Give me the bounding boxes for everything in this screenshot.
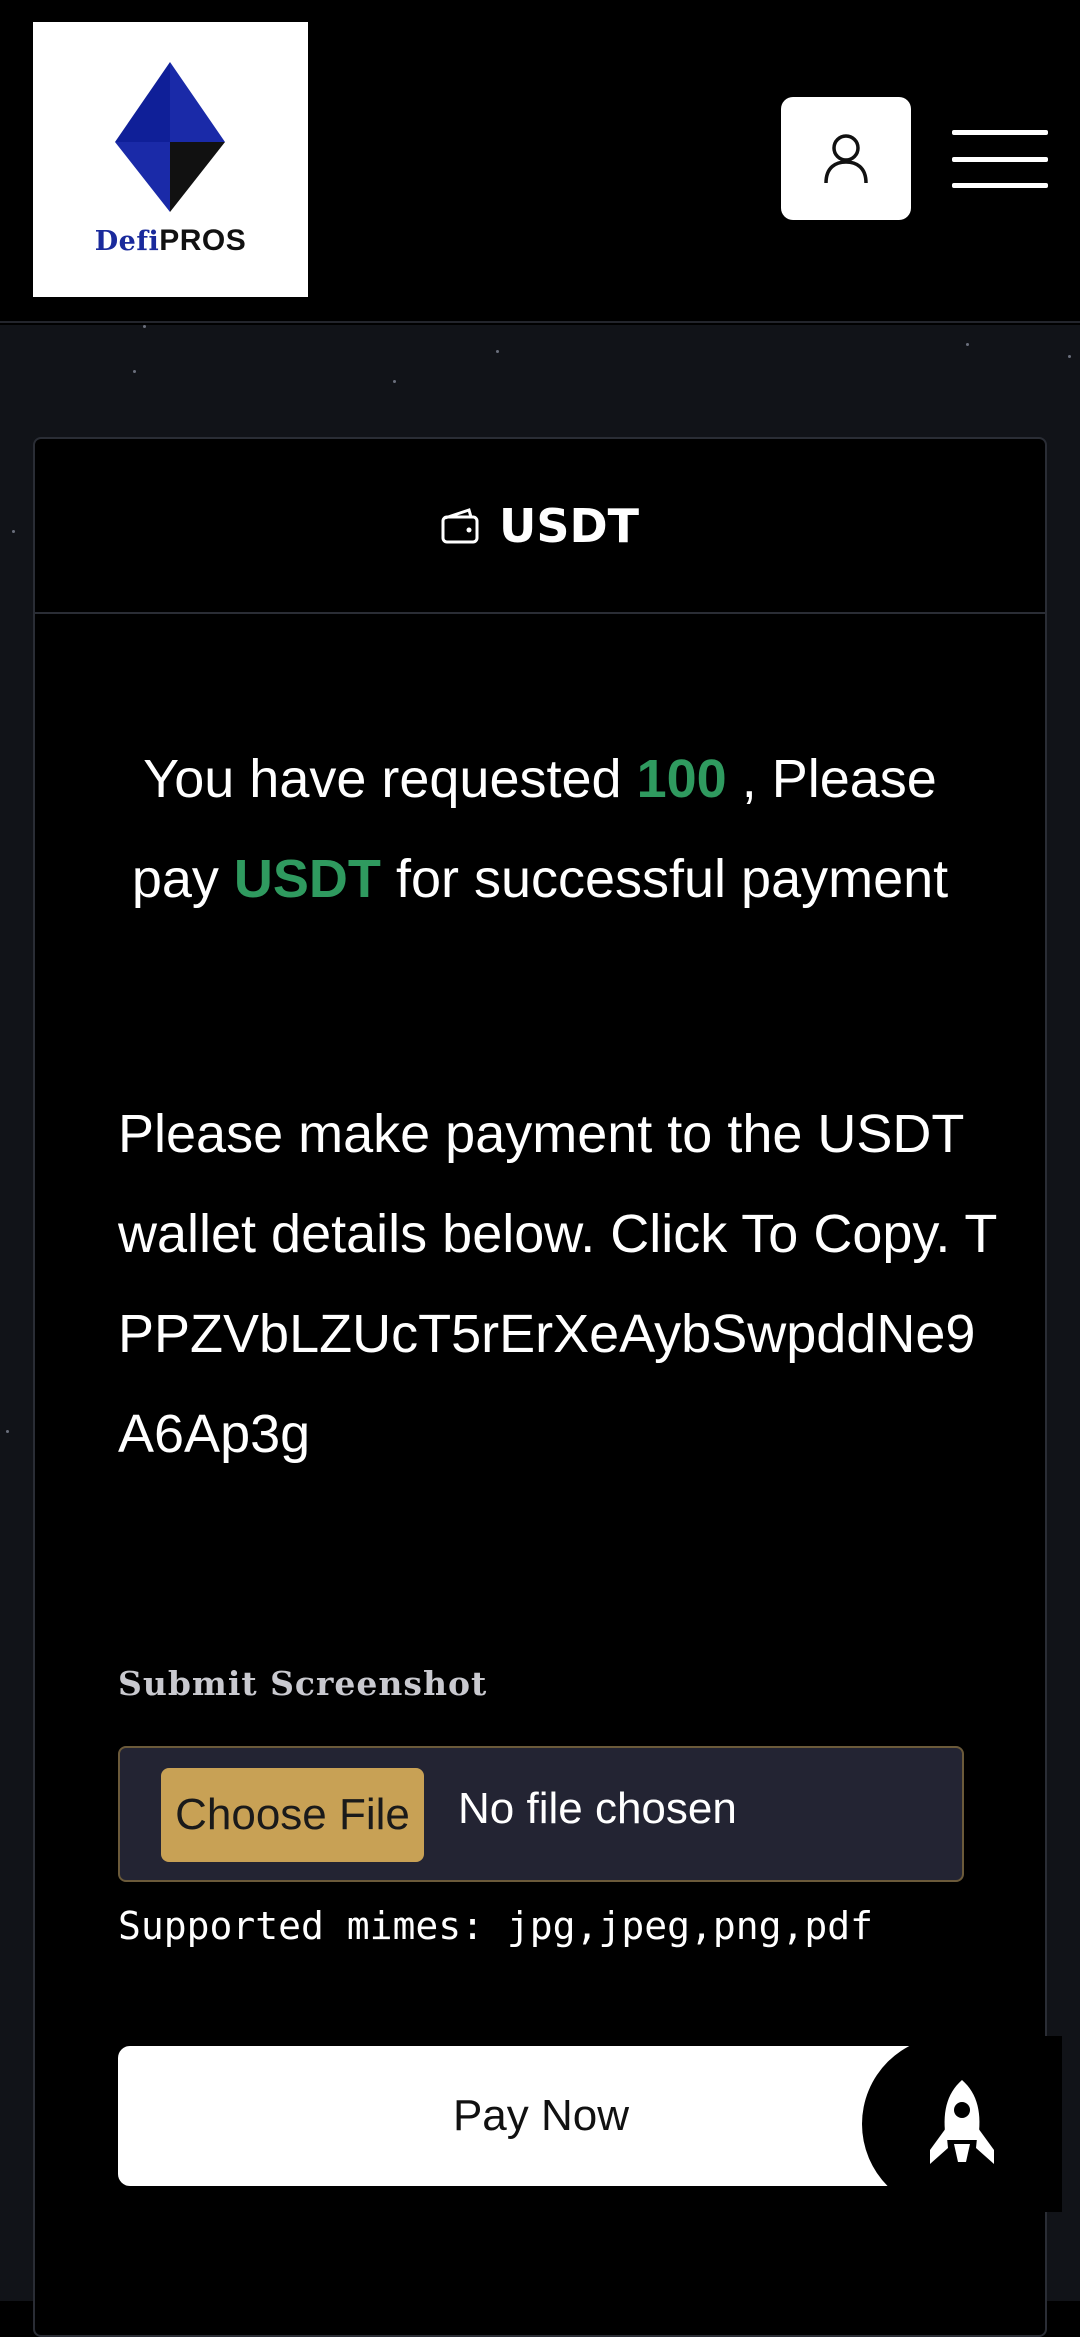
payment-instructions: Please make payment to the USDT wallet d…: [118, 1104, 964, 1264]
file-input[interactable]: Choose File No file chosen: [118, 1746, 964, 1882]
background-star: [966, 343, 969, 346]
hamburger-line: [952, 183, 1048, 188]
user-icon: [824, 133, 868, 183]
wallet-instructions: Please make payment to the USDT wallet d…: [118, 1084, 998, 1484]
background-star: [496, 350, 499, 353]
rocket-fab-button[interactable]: [862, 2036, 1062, 2212]
top-header: DefiPROS: [0, 0, 1080, 323]
request-suffix: for successful payment: [395, 849, 949, 909]
background-star: [393, 380, 396, 383]
background-star: [6, 1430, 9, 1433]
requested-amount: 100: [636, 749, 727, 809]
choose-file-button[interactable]: Choose File: [161, 1768, 424, 1862]
payment-card: USDT You have requested 100 , Please pay…: [33, 437, 1047, 2337]
logo-text-pros: PROS: [159, 224, 247, 257]
background-star: [133, 370, 136, 373]
file-status: No file chosen: [458, 1784, 737, 1833]
background-star: [1068, 355, 1071, 358]
ethereum-logo-icon: [115, 62, 225, 212]
request-prefix: You have requested: [143, 749, 622, 809]
background-star: [143, 325, 146, 328]
upload-label: Submit Screenshot: [118, 1664, 488, 1703]
defipros-logo[interactable]: DefiPROS: [33, 22, 308, 297]
account-button[interactable]: [781, 97, 911, 220]
card-header: USDT: [35, 439, 1045, 614]
background-star: [12, 530, 15, 533]
request-message: You have requested 100 , Please pay USDT…: [115, 729, 965, 929]
supported-mimes-hint: Supported mimes: jpg,jpeg,png,pdf: [118, 1904, 873, 1948]
logo-text-defi: Defi: [94, 226, 160, 257]
requested-currency: USDT: [233, 849, 381, 909]
hamburger-line: [952, 157, 1048, 162]
pay-now-button[interactable]: Pay Now: [118, 2046, 964, 2186]
card-title: USDT: [498, 498, 640, 553]
wallet-icon: [441, 507, 479, 543]
hamburger-menu-button[interactable]: [952, 128, 1048, 190]
rocket-icon: [930, 2080, 994, 2164]
hamburger-menu-icon: [952, 130, 1048, 135]
logo-wordmark: DefiPROS: [33, 224, 308, 258]
